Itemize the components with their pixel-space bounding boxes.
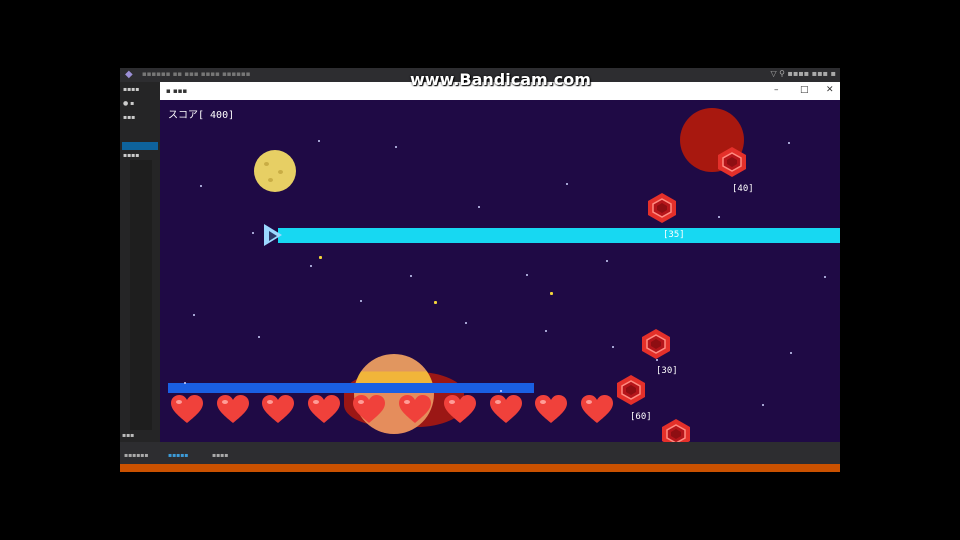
star [318,140,320,142]
heart-icon [216,394,250,424]
heart-icon [534,394,568,424]
heart-icon [352,394,386,424]
star [606,260,608,262]
ide-bottom-tab[interactable]: ▪▪▪▪▪ [168,452,188,459]
enemy-hexagon-icon [640,328,672,360]
ide-file-item[interactable]: ▪▪▪▪ [123,152,139,159]
star [500,390,502,392]
game-window-title: ▪ ▪▪▪ [166,87,188,95]
enemy-hp-label: [60] [630,412,652,422]
game-canvas[interactable]: スコア[ 400] [40] [35] [30] [60] [160,100,840,442]
enemy-hexagon-icon [716,146,748,178]
ide-menu-item[interactable]: ▪▪▪ [123,114,135,121]
heart-icon [580,394,614,424]
ide-bottom-tabs: ▪▪▪▪▪▪ ▪▪▪▪▪ ▪▪▪▪ [120,442,840,464]
screen-frame: ◆ ▪▪▪▪▪▪ ▪▪ ▪▪▪ ▪▪▪▪ ▪▪▪▪▪▪ ▽ ⚲ ▪▪▪▪ ▪▪▪… [120,68,840,472]
ide-title-text: ▪▪▪▪▪▪ ▪▪ ▪▪▪ ▪▪▪▪ ▪▪▪▪▪▪ [142,70,251,78]
ship-core [269,231,277,241]
hp-bar [168,383,534,393]
moon [254,150,296,192]
heart-icon [489,394,523,424]
star [526,274,528,276]
enemy-hp-label: [40] [732,184,754,194]
minimize-icon[interactable]: – [774,85,779,95]
star [545,330,547,332]
enemy-hexagon-icon [660,418,692,442]
star [718,216,720,218]
star [258,336,260,338]
ide-left-panel: ▪▪▪▪ ● ▪ ▪▪▪ ▪▪▪▪ ▪▪▪ [120,82,160,442]
star [478,206,480,208]
star [310,265,312,267]
star [566,183,568,185]
ide-menu-item[interactable]: ● ▪ [123,100,134,107]
star [824,276,826,278]
vs-icon: ◆ [125,69,133,80]
heart-icon [261,394,295,424]
enemy-hexagon-icon [646,192,678,224]
star [465,322,467,324]
star [410,275,412,277]
ide-status-bar [120,464,840,472]
ide-bottom-tab[interactable]: ▪▪▪▪▪▪ [124,452,148,459]
star [395,146,397,148]
ide-zoom: ▪▪▪ [122,432,135,439]
star [790,352,792,354]
star [434,301,437,304]
heart-icon [398,394,432,424]
close-icon[interactable]: ✕ [826,85,834,95]
star [319,256,322,259]
star [612,346,614,348]
star [193,314,195,316]
ide-selected-tab[interactable] [122,142,158,150]
star [788,142,790,144]
star [550,292,553,295]
enemy-hp-label: [35] [663,230,685,240]
maximize-icon[interactable]: □ [800,85,809,95]
star [200,185,202,187]
heart-icon [170,394,204,424]
watermark: www.Bandicam.com [410,70,591,89]
heart-icon [307,394,341,424]
ide-bottom-tab[interactable]: ▪▪▪▪ [212,452,228,459]
star [656,359,658,361]
star [762,404,764,406]
ide-menu-item[interactable]: ▪▪▪▪ [123,86,139,93]
ide-title-right: ▽ ⚲ ▪▪▪▪ ▪▪▪ ▪ [770,69,836,78]
score-label: スコア[ 400] [168,110,235,121]
star [360,300,362,302]
heart-icon [443,394,477,424]
game-window[interactable]: ▪ ▪▪▪ – □ ✕ スコア[ 400] [40] [35] [30] [60] [160,82,840,442]
laser-beam [278,228,840,243]
star [252,232,254,234]
star [184,382,186,384]
enemy-hp-label: [30] [656,366,678,376]
ide-line-gutter [130,160,152,430]
enemy-hexagon-icon [615,374,647,406]
